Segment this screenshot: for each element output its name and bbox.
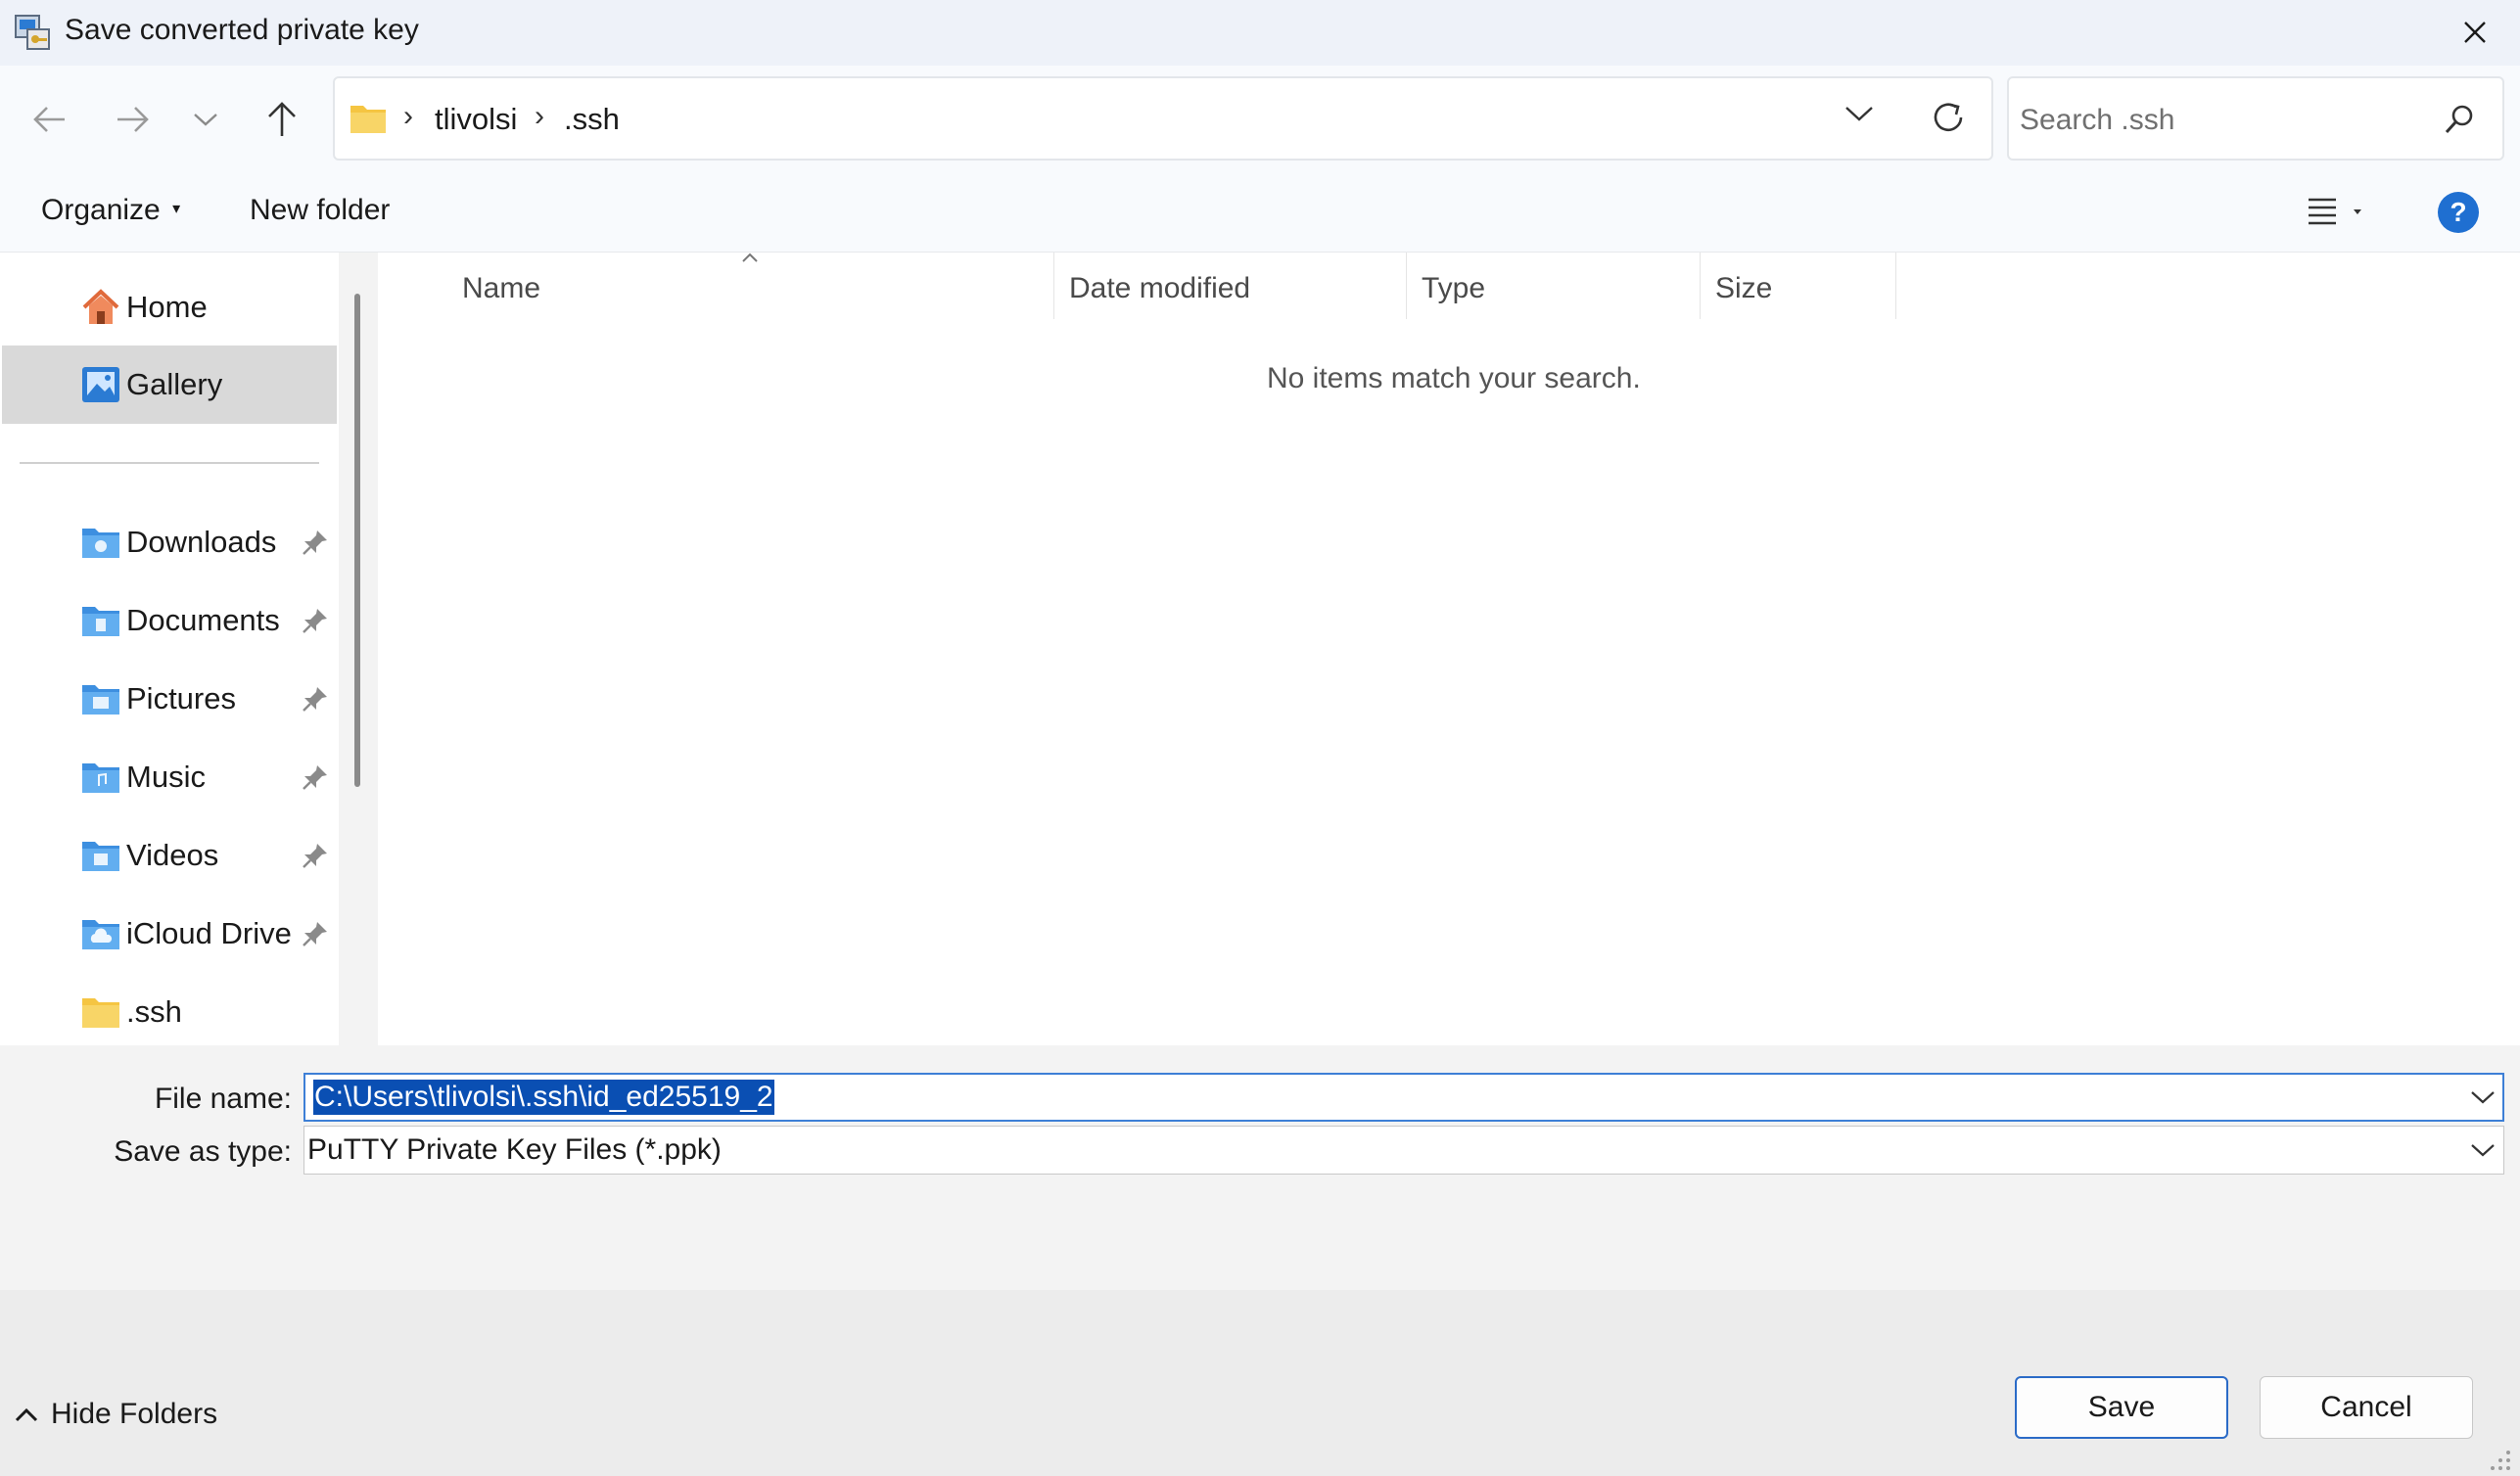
breadcrumb-separator: › bbox=[535, 100, 544, 132]
up-button[interactable] bbox=[251, 88, 313, 151]
column-separator[interactable] bbox=[1406, 253, 1407, 319]
home-icon bbox=[82, 289, 119, 324]
music-folder-icon bbox=[82, 763, 119, 793]
list-view-icon bbox=[2309, 198, 2361, 225]
breadcrumb-item-ssh[interactable]: .ssh bbox=[564, 102, 620, 137]
view-options-button[interactable] bbox=[2307, 196, 2365, 229]
sidebar-scrollbar-thumb[interactable] bbox=[354, 294, 360, 787]
sidebar-item-label: Music bbox=[126, 760, 206, 794]
chevron-down-icon bbox=[2471, 1091, 2495, 1104]
help-icon[interactable]: ? bbox=[2438, 192, 2479, 233]
arrow-right-icon bbox=[117, 107, 149, 132]
sidebar-divider bbox=[20, 462, 319, 464]
sidebar-item-icloud-drive[interactable]: iCloud Drive ( bbox=[2, 895, 337, 973]
organize-button[interactable]: Organize ▾ bbox=[41, 194, 180, 227]
folder-icon bbox=[82, 998, 119, 1028]
empty-state-message: No items match your search. bbox=[1267, 362, 1641, 394]
column-header-type[interactable]: Type bbox=[1422, 272, 1485, 305]
chevron-up-icon bbox=[15, 1407, 38, 1422]
folder-icon bbox=[349, 102, 388, 135]
sort-ascending-icon bbox=[740, 251, 760, 264]
pin-icon[interactable] bbox=[302, 763, 329, 791]
file-name-dropdown-button[interactable] bbox=[2469, 1088, 2497, 1106]
search-icon[interactable] bbox=[2444, 104, 2477, 137]
save-button[interactable]: Save bbox=[2015, 1376, 2228, 1439]
column-header-size[interactable]: Size bbox=[1715, 272, 1772, 305]
chevron-down-icon bbox=[2471, 1144, 2495, 1157]
sidebar-item-label: Home bbox=[126, 290, 208, 324]
sidebar-item-label: Pictures bbox=[126, 681, 236, 715]
close-icon bbox=[2464, 22, 2486, 43]
hide-folders-label: Hide Folders bbox=[51, 1398, 218, 1430]
pin-icon[interactable] bbox=[302, 920, 329, 947]
forward-button[interactable] bbox=[102, 88, 164, 151]
cancel-button[interactable]: Cancel bbox=[2260, 1376, 2473, 1439]
sidebar-item-documents[interactable]: Documents bbox=[2, 581, 337, 660]
close-button[interactable] bbox=[2444, 8, 2506, 57]
chevron-down-icon bbox=[194, 114, 217, 126]
window-title: Save converted private key bbox=[65, 14, 419, 46]
sidebar-item-label: Videos bbox=[126, 838, 219, 872]
sidebar-item-downloads[interactable]: Downloads bbox=[2, 503, 337, 581]
sidebar-item-label: Gallery bbox=[126, 367, 223, 401]
arrow-up-icon bbox=[268, 102, 296, 136]
refresh-icon bbox=[1934, 103, 1963, 132]
resize-grip-icon[interactable] bbox=[2487, 1447, 2512, 1472]
column-separator[interactable] bbox=[1700, 253, 1701, 319]
column-header-date-modified[interactable]: Date modified bbox=[1069, 272, 1250, 305]
sidebar-item-home[interactable]: Home bbox=[2, 268, 337, 346]
videos-folder-icon bbox=[82, 842, 119, 871]
sidebar-item-ssh[interactable]: .ssh bbox=[2, 973, 337, 1051]
pictures-folder-icon bbox=[82, 685, 119, 715]
pin-icon[interactable] bbox=[302, 607, 329, 634]
sidebar-item-videos[interactable]: Videos bbox=[2, 816, 337, 895]
refresh-button[interactable] bbox=[1929, 98, 1972, 141]
chevron-down-icon bbox=[1845, 107, 1873, 121]
new-folder-button[interactable]: New folder bbox=[250, 194, 390, 227]
column-header-name[interactable]: Name bbox=[462, 272, 540, 305]
hide-folders-button[interactable]: Hide Folders bbox=[14, 1398, 217, 1431]
arrow-left-icon bbox=[33, 107, 65, 132]
pin-icon[interactable] bbox=[302, 529, 329, 556]
icloud-folder-icon bbox=[82, 920, 119, 949]
sidebar-item-gallery[interactable]: Gallery bbox=[2, 346, 337, 424]
pin-icon[interactable] bbox=[302, 685, 329, 713]
back-button[interactable] bbox=[18, 88, 80, 151]
save-as-type-dropdown-button[interactable] bbox=[2469, 1141, 2497, 1159]
address-dropdown-button[interactable] bbox=[1844, 104, 1884, 133]
sidebar-item-label: iCloud Drive ( bbox=[126, 916, 301, 950]
gallery-icon bbox=[82, 367, 119, 402]
caret-down-icon: ▾ bbox=[172, 201, 181, 217]
save-as-type-value[interactable]: PuTTY Private Key Files (*.ppk) bbox=[307, 1133, 722, 1167]
sidebar-item-label: Downloads bbox=[126, 525, 277, 559]
recent-locations-button[interactable] bbox=[174, 88, 237, 151]
column-separator[interactable] bbox=[1053, 253, 1054, 319]
breadcrumb-item-tlivolsi[interactable]: tlivolsi bbox=[435, 102, 517, 137]
sidebar-item-music[interactable]: Music bbox=[2, 738, 337, 816]
downloads-folder-icon bbox=[82, 529, 119, 558]
sidebar-item-pictures[interactable]: Pictures bbox=[2, 660, 337, 738]
documents-folder-icon bbox=[82, 607, 119, 636]
sidebar-item-label: Documents bbox=[126, 603, 280, 637]
organize-label: Organize bbox=[41, 194, 161, 226]
breadcrumb-separator: › bbox=[403, 100, 413, 132]
key-app-icon bbox=[12, 10, 55, 53]
file-name-input[interactable]: C:\Users\tlivolsi\.ssh\id_ed25519_2 bbox=[313, 1080, 774, 1115]
file-name-label: File name: bbox=[154, 1083, 292, 1115]
save-as-type-label: Save as type: bbox=[114, 1135, 292, 1168]
search-input[interactable]: Search .ssh bbox=[2020, 104, 2174, 137]
column-separator[interactable] bbox=[1895, 253, 1896, 319]
sidebar-item-label: .ssh bbox=[126, 994, 182, 1029]
pin-icon[interactable] bbox=[302, 842, 329, 869]
